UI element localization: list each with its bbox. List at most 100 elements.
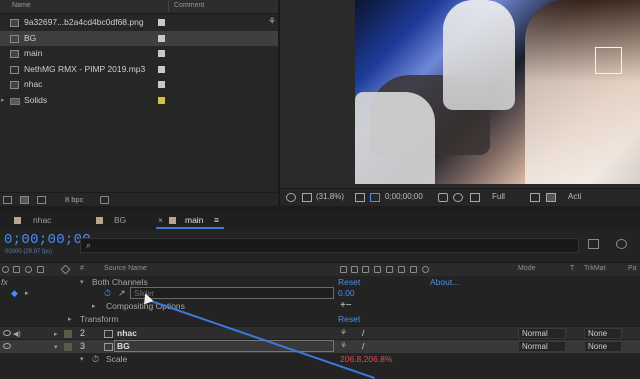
- transform-reset-link[interactable]: Reset: [338, 314, 360, 324]
- index-column-header[interactable]: #: [80, 265, 84, 272]
- resolution-dropdown[interactable]: Full: [492, 192, 505, 201]
- camera-icon[interactable]: [438, 193, 448, 202]
- shy-switch[interactable]: ⚘: [340, 341, 347, 350]
- effect-reset-link[interactable]: Reset: [338, 277, 360, 287]
- source-name-column-header[interactable]: Source Name: [104, 265, 147, 272]
- project-item[interactable]: ▸ Solids: [0, 93, 278, 108]
- slider-property-row[interactable]: ◆ ▸ ⏱ ↗ Slider 0.00: [0, 287, 640, 301]
- compositing-options-row[interactable]: ▸ Compositing Options +−: [0, 300, 640, 313]
- tab-main[interactable]: × main ≡: [156, 212, 224, 229]
- trkmat-dropdown[interactable]: None: [584, 328, 622, 339]
- quality-icon[interactable]: [362, 266, 369, 273]
- label-color-swatch[interactable]: [158, 34, 165, 42]
- fx-icon[interactable]: fx: [1, 277, 8, 287]
- interpret-footage-icon[interactable]: [3, 196, 12, 204]
- keyframe-navigator-icon[interactable]: ◆: [11, 288, 18, 299]
- project-item[interactable]: BG: [0, 30, 278, 46]
- frame-blend-icon[interactable]: [386, 266, 393, 273]
- comment-column-header[interactable]: Comment: [174, 2, 204, 9]
- delete-icon[interactable]: [100, 196, 109, 204]
- bit-depth-button[interactable]: 8 bpc: [65, 195, 83, 204]
- layer-name[interactable]: BG: [117, 341, 130, 351]
- twirl-down-icon[interactable]: ▾: [54, 343, 58, 351]
- 3d-layer-icon[interactable]: [422, 266, 429, 273]
- project-item[interactable]: nhac: [0, 77, 278, 92]
- twirl-right-icon[interactable]: ▸: [68, 315, 72, 323]
- transform-row[interactable]: ▸ Transform Reset: [0, 313, 640, 326]
- mode-column-header[interactable]: Mode: [518, 265, 536, 272]
- active-camera-dropdown[interactable]: Acti: [568, 192, 581, 201]
- composition-viewer[interactable]: [280, 0, 640, 188]
- twirl-right-icon[interactable]: ▸: [54, 330, 58, 338]
- stopwatch-icon[interactable]: ⏱: [92, 354, 99, 365]
- tab-nhac[interactable]: nhac: [4, 212, 74, 229]
- project-item[interactable]: 9a32697...b2a4cd4bc0df68.png: [0, 15, 278, 30]
- video-switch-icon[interactable]: [2, 266, 9, 273]
- audio-switch-icon[interactable]: [13, 266, 20, 273]
- project-item[interactable]: main: [0, 46, 278, 61]
- label-color-swatch[interactable]: [158, 65, 165, 73]
- transparency-grid-icon[interactable]: [546, 193, 556, 202]
- layer-row[interactable]: ◀) ▸ 2 nhac ⚘ / Normal None: [0, 326, 640, 340]
- audio-speaker-icon[interactable]: ◀): [13, 330, 21, 338]
- lock-icon[interactable]: [37, 266, 44, 273]
- t-column-header[interactable]: T: [570, 265, 574, 272]
- layer-name[interactable]: nhac: [117, 328, 137, 338]
- label-color-swatch[interactable]: [158, 96, 165, 104]
- layer-row[interactable]: ▾ 3 BG ⚘ / Normal None: [0, 339, 640, 353]
- next-keyframe-icon[interactable]: ▸: [25, 289, 29, 297]
- close-tab-icon[interactable]: ×: [158, 215, 163, 225]
- adjustment-icon[interactable]: [410, 266, 417, 273]
- collapse-icon[interactable]: [351, 266, 358, 273]
- trkmat-dropdown[interactable]: None: [584, 341, 622, 352]
- video-eye-icon[interactable]: [3, 330, 11, 336]
- region-of-interest-icon[interactable]: [530, 193, 540, 202]
- twirl-right-icon[interactable]: ▸: [92, 302, 96, 310]
- slider-name-field[interactable]: Slider: [130, 287, 334, 299]
- trkmat-column-header[interactable]: TrkMat: [584, 265, 606, 272]
- current-time-display[interactable]: 0;00;00;00: [4, 232, 91, 248]
- motion-blur-switch-icon[interactable]: [398, 266, 405, 273]
- slider-value[interactable]: 0.00: [338, 288, 355, 298]
- always-preview-icon[interactable]: [286, 193, 296, 202]
- display-icon[interactable]: [302, 193, 312, 202]
- anchor-point-handle[interactable]: [595, 47, 622, 74]
- quality-switch[interactable]: /: [362, 341, 364, 351]
- scale-value[interactable]: 206.8,206.8%: [340, 354, 392, 364]
- effect-about-link[interactable]: About...: [430, 277, 459, 287]
- color-icon[interactable]: [470, 193, 480, 202]
- tab-bg[interactable]: BG: [86, 212, 156, 229]
- mask-icon[interactable]: [370, 193, 380, 202]
- composition-frame[interactable]: [355, 0, 640, 184]
- label-color-swatch[interactable]: [158, 50, 165, 57]
- effects-icon[interactable]: [374, 266, 381, 273]
- composition-flowchart-icon[interactable]: [588, 239, 599, 249]
- flowchart-icon[interactable]: ⚘: [268, 16, 276, 27]
- blend-mode-dropdown[interactable]: Normal: [518, 341, 566, 352]
- label-icon[interactable]: [60, 264, 71, 275]
- project-item[interactable]: NethMG RMX - PIMP 2019.mp3: [0, 62, 278, 77]
- add-remove-mask-buttons[interactable]: +−: [340, 300, 352, 311]
- blend-mode-dropdown[interactable]: Normal: [518, 328, 566, 339]
- layer-color-label[interactable]: [64, 343, 72, 351]
- graph-icon[interactable]: ↗: [118, 288, 126, 299]
- viewer-timecode[interactable]: 0;00;00;00: [385, 192, 423, 201]
- tab-menu-icon[interactable]: ≡: [214, 215, 219, 225]
- quality-switch[interactable]: /: [362, 328, 364, 338]
- video-eye-icon[interactable]: [3, 343, 11, 349]
- name-column-header[interactable]: Name: [12, 2, 31, 9]
- layer-search-field[interactable]: ⌕: [80, 238, 579, 253]
- layer-color-label[interactable]: [64, 330, 72, 338]
- new-folder-icon[interactable]: [20, 196, 29, 204]
- zoom-dropdown[interactable]: (31.8%): [316, 192, 344, 201]
- shy-icon[interactable]: [340, 266, 347, 273]
- channel-icon[interactable]: [453, 193, 463, 202]
- motion-blur-icon[interactable]: [616, 239, 627, 249]
- new-composition-icon[interactable]: [37, 196, 46, 204]
- label-color-swatch[interactable]: [158, 81, 165, 88]
- label-color-swatch[interactable]: [158, 19, 165, 26]
- stopwatch-icon[interactable]: ⏱: [104, 288, 111, 299]
- twirl-down-icon[interactable]: ▾: [80, 278, 84, 286]
- grid-icon[interactable]: [355, 193, 365, 202]
- shy-switch[interactable]: ⚘: [340, 328, 347, 337]
